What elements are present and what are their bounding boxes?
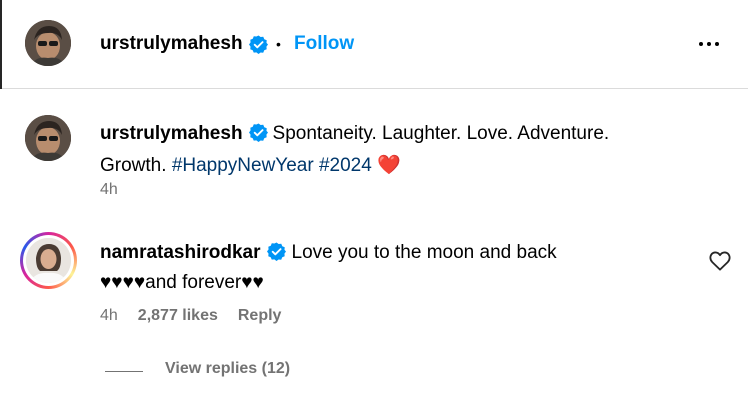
author-username[interactable]: urstrulymahesh xyxy=(100,33,243,55)
caption-avatar[interactable] xyxy=(25,115,71,161)
follow-button[interactable]: Follow xyxy=(294,33,354,55)
commenter-avatar[interactable] xyxy=(20,232,77,289)
comment-username[interactable]: namratashirodkar xyxy=(100,242,261,263)
author-avatar[interactable] xyxy=(25,20,71,66)
verified-badge-icon xyxy=(249,35,268,54)
caption-text-line2: Growth. xyxy=(100,155,167,176)
hashtag-link[interactable]: #HappyNewYear xyxy=(172,155,314,176)
more-options-icon[interactable] xyxy=(694,34,724,54)
caption-username[interactable]: urstrulymahesh xyxy=(100,123,243,144)
comment-text-line1: Love you to the moon and back xyxy=(291,242,557,263)
left-border xyxy=(0,0,2,89)
comment-likes-count[interactable]: 2,877 likes xyxy=(138,307,218,325)
caption-timestamp[interactable]: 4h xyxy=(100,181,118,199)
verified-badge-icon xyxy=(248,123,268,142)
comment-text-line2: ♥♥♥♥and forever♥♥ xyxy=(100,272,264,293)
reply-button[interactable]: Reply xyxy=(238,307,282,325)
replies-divider xyxy=(105,371,143,372)
verified-badge-icon xyxy=(266,242,286,261)
red-heart-emoji: ❤️ xyxy=(377,155,401,176)
comment-meta: 4h 2,877 likes Reply xyxy=(100,307,281,325)
post-header: urstrulymahesh • Follow xyxy=(0,0,748,89)
view-replies-button[interactable]: View replies (12) xyxy=(165,360,290,378)
separator-dot: • xyxy=(276,36,281,52)
like-heart-icon[interactable] xyxy=(709,251,731,271)
hashtag-link[interactable]: #2024 xyxy=(319,155,372,176)
comment-timestamp[interactable]: 4h xyxy=(100,307,118,325)
post-caption: urstrulymahesh Spontaneity. Laughter. Lo… xyxy=(100,118,700,182)
comment-body: namratashirodkar Love you to the moon an… xyxy=(100,238,690,298)
caption-text-line1: Spontaneity. Laughter. Love. Adventure. xyxy=(272,123,610,144)
